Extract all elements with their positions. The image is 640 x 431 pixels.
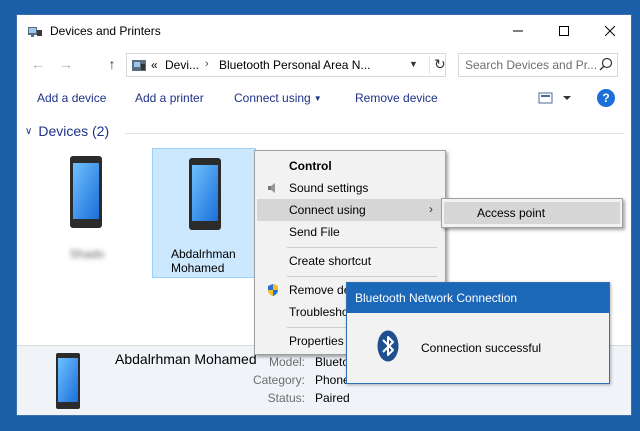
dialog-title: Bluetooth Network Connection [355,291,518,305]
add-printer-button[interactable]: Add a printer [135,91,204,105]
search-input[interactable]: Search Devices and Pr... [458,53,618,77]
up-arrow-icon: ↑ [108,56,116,72]
add-device-button[interactable]: Add a device [37,91,106,105]
details-value-model: Blueto [315,355,350,369]
breadcrumb-overflow[interactable]: « [151,58,158,72]
address-bar-row: ← → ↑ « Devi... › Bluetooth Personal Are… [17,49,631,79]
forward-arrow-icon: → [59,56,73,72]
search-placeholder: Search Devices and Pr... [465,58,598,72]
view-options-icon [538,92,571,104]
details-key-status: Status: [267,391,305,405]
refresh-icon[interactable]: ↻ [429,56,446,74]
details-key-model: Model: [268,355,305,369]
back-button[interactable]: ← [29,55,47,73]
bluetooth-icon [377,330,399,362]
device-name: Abdalrhman Mohamed [171,247,236,275]
window-title: Devices and Printers [50,24,161,38]
phone-icon [56,353,80,409]
maximize-icon [559,26,569,36]
remove-device-button[interactable]: Remove device [355,91,438,105]
phone-icon [189,158,221,230]
submenu-arrow-icon: › [429,202,433,216]
devices-group-header[interactable]: ∨ Devices (2) [25,123,109,139]
connect-using-label: Connect using [234,91,311,105]
back-arrow-icon: ← [31,56,45,72]
address-dropdown-icon[interactable]: ▼ [409,59,418,69]
uac-shield-icon [268,284,278,296]
minimize-icon [513,30,523,32]
bluetooth-connection-dialog: Bluetooth Network Connection Connection … [346,282,610,384]
menu-item-send-file[interactable]: Send File [257,221,443,243]
breadcrumb-separator-icon[interactable]: › [205,58,209,70]
details-key-category: Category: [252,373,305,387]
dialog-title-bar[interactable]: Bluetooth Network Connection [347,283,609,313]
connect-using-submenu: Access point [441,198,623,228]
change-view-button[interactable] [537,89,577,107]
submenu-item-access-point[interactable]: Access point [444,202,620,224]
devices-group-label: Devices (2) [38,123,110,139]
address-box[interactable]: « Devi... › Bluetooth Personal Area N...… [126,53,446,77]
close-icon [605,26,615,36]
device-name: Shado [69,247,105,261]
details-value-status: Paired [315,391,350,405]
menu-separator [287,276,437,277]
search-icon [599,57,613,71]
collapse-chevron-icon[interactable]: ∨ [25,126,32,137]
device-item-selected[interactable]: Abdalrhman Mohamed [152,148,256,278]
menu-item-control[interactable]: Control [257,155,443,177]
group-divider [125,133,625,134]
forward-button[interactable]: → [57,55,75,73]
phone-icon [70,156,102,228]
device-item[interactable]: Shado [57,149,117,267]
dropdown-caret-icon: ▼ [313,94,322,103]
menu-item-connect-using[interactable]: Connect using › [257,199,443,221]
details-value-category: Phone [315,373,350,387]
maximize-button[interactable] [541,15,587,47]
close-button[interactable] [587,15,631,47]
help-icon[interactable]: ? [597,89,615,107]
speaker-icon [268,183,275,193]
dialog-message: Connection successful [421,341,542,355]
menu-item-sound-settings[interactable]: Sound settings [257,177,443,199]
minimize-button[interactable] [495,15,541,47]
devices-printers-icon [28,27,42,37]
breadcrumb-devices[interactable]: Devi... [165,58,199,72]
control-panel-icon [132,60,146,71]
menu-item-create-shortcut[interactable]: Create shortcut [257,250,443,272]
up-button[interactable]: ↑ [103,55,121,73]
menu-separator [287,247,437,248]
command-bar: Add a device Add a printer Connect using… [17,83,631,113]
connect-using-button[interactable]: Connect using ▼ [234,91,322,105]
breadcrumb-bluetooth-pan[interactable]: Bluetooth Personal Area N... [219,58,370,72]
title-bar[interactable]: Devices and Printers [17,15,631,47]
